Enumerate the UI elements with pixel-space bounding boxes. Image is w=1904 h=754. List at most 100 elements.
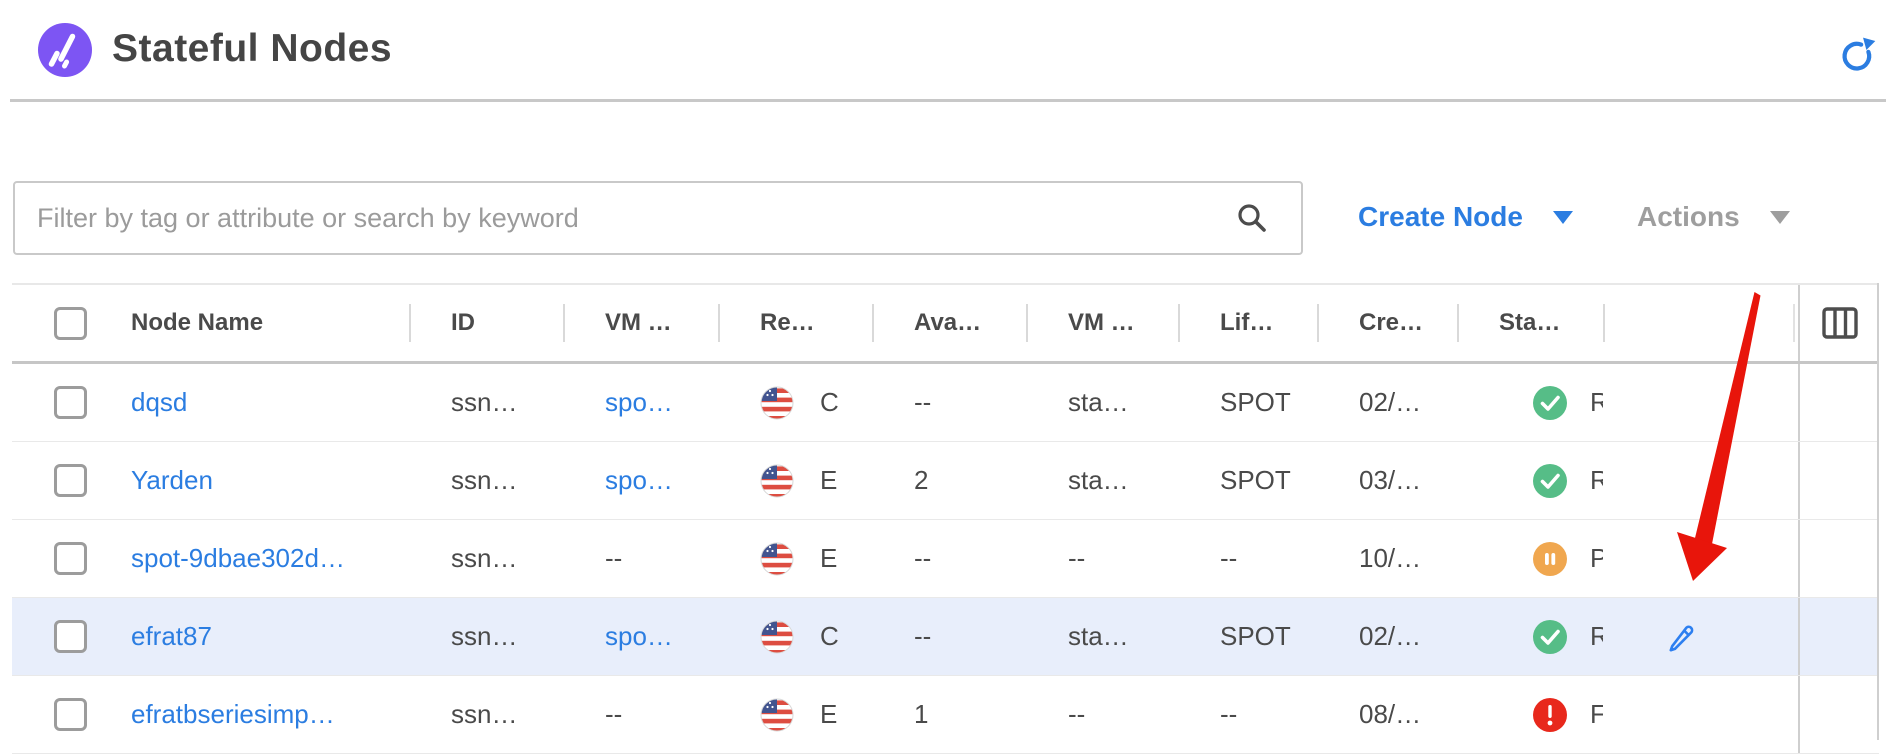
- created-date: 08/…: [1359, 699, 1421, 730]
- page-header: Stateful Nodes: [0, 0, 1904, 100]
- node-id: ssn…: [451, 621, 517, 652]
- vm-size: sta…: [1068, 621, 1129, 652]
- node-name-link[interactable]: efrat87: [131, 621, 212, 652]
- stateful-nodes-table: Node NameIDVM …Re…Ava…VM …Lif…Cre…Sta… d…: [12, 283, 1879, 754]
- header-cell-ava[interactable]: Ava…: [872, 285, 1026, 361]
- header-label: Ava…: [914, 309, 981, 337]
- status-failed-icon: [1533, 698, 1567, 732]
- created-date: 03/…: [1359, 465, 1421, 496]
- header-label: Re…: [760, 309, 815, 337]
- status-badge: [1533, 464, 1567, 498]
- header-cell-lif[interactable]: Lif…: [1178, 285, 1317, 361]
- status-running-icon: [1533, 464, 1567, 498]
- actions-label: Actions: [1637, 201, 1740, 233]
- refresh-button[interactable]: [1838, 36, 1878, 76]
- table-row[interactable]: efratbseriesimp…ssn…-- E1----08/…Fa: [12, 676, 1879, 754]
- us-flag-icon: [760, 542, 794, 576]
- status-badge: [1533, 698, 1567, 732]
- availability-zone: 1: [914, 699, 928, 730]
- status-label: R: [1590, 621, 1603, 652]
- search-icon[interactable]: [1236, 202, 1268, 234]
- node-name-link[interactable]: dqsd: [131, 387, 187, 418]
- table-row[interactable]: Yardenssn…spo… E2sta…SPOT03/…R: [12, 442, 1879, 520]
- row-checkbox[interactable]: [54, 620, 87, 653]
- column-picker-icon: [1822, 307, 1858, 339]
- us-flag-icon: [760, 620, 794, 654]
- row-checkbox[interactable]: [54, 464, 87, 497]
- header-cell-name[interactable]: Node Name: [12, 285, 409, 361]
- row-checkbox[interactable]: [54, 698, 87, 731]
- us-flag-icon: [760, 464, 794, 498]
- vm-value: --: [605, 699, 622, 730]
- select-all-checkbox[interactable]: [54, 307, 87, 340]
- created-date: 10/…: [1359, 543, 1421, 574]
- node-name-link[interactable]: efratbseriesimp…: [131, 699, 335, 730]
- vm-link[interactable]: spo…: [605, 621, 673, 652]
- vm-size: --: [1068, 543, 1085, 574]
- row-checkbox[interactable]: [54, 386, 87, 419]
- header-cell-actions: [1603, 285, 1798, 361]
- us-flag-icon: [760, 386, 794, 420]
- status-label: Fa: [1590, 699, 1603, 730]
- availability-zone: --: [914, 621, 931, 652]
- status-badge: [1533, 542, 1567, 576]
- region-name: E: [820, 465, 837, 496]
- node-name-link[interactable]: Yarden: [131, 465, 213, 496]
- header-cell-status[interactable]: Sta…: [1457, 285, 1603, 361]
- header-label: Sta…: [1499, 309, 1560, 337]
- table-right-border: [1877, 283, 1879, 740]
- lifecycle: SPOT: [1220, 465, 1291, 496]
- status-label: P: [1590, 543, 1603, 574]
- availability-zone: --: [914, 387, 931, 418]
- page-title: Stateful Nodes: [112, 22, 392, 76]
- status-badge: [1533, 386, 1567, 420]
- actions-button[interactable]: Actions: [1637, 190, 1790, 244]
- header-cell-cre[interactable]: Cre…: [1317, 285, 1457, 361]
- header-label: ID: [451, 309, 475, 337]
- node-id: ssn…: [451, 699, 517, 730]
- spot-logo-icon: [38, 23, 92, 77]
- status-paused-icon: [1533, 542, 1567, 576]
- vm-value: --: [605, 543, 622, 574]
- vm-link[interactable]: spo…: [605, 387, 673, 418]
- header-cell-vm2[interactable]: VM …: [1026, 285, 1178, 361]
- header-divider: [10, 99, 1886, 102]
- table-row[interactable]: spot-9dbae302d…ssn…-- E------10/…P: [12, 520, 1879, 598]
- create-node-label: Create Node: [1358, 201, 1523, 233]
- availability-zone: --: [914, 543, 931, 574]
- region-name: E: [820, 543, 837, 574]
- table-row[interactable]: dqsdssn…spo… C--sta…SPOT02/…R: [12, 364, 1879, 442]
- table-header-row: Node NameIDVM …Re…Ava…VM …Lif…Cre…Sta…: [12, 285, 1879, 364]
- column-picker-button[interactable]: [1798, 285, 1879, 361]
- table-body: dqsd ssn… spo… C -- sta… SPOT 02/… R Yarden ssn… s…: [12, 364, 1879, 754]
- status-running-icon: [1533, 620, 1567, 654]
- table-row[interactable]: efrat87 ssn… spo… C -- sta… SPOT 02/… R: [12, 598, 1879, 676]
- created-date: 02/…: [1359, 621, 1421, 652]
- vm-size: --: [1068, 699, 1085, 730]
- create-node-button[interactable]: Create Node: [1358, 190, 1573, 244]
- created-date: 02/…: [1359, 387, 1421, 418]
- header-cell-region[interactable]: Re…: [718, 285, 872, 361]
- vm-size: sta…: [1068, 387, 1129, 418]
- region-name: C: [820, 621, 839, 652]
- edit-node-button[interactable]: [1665, 621, 1697, 653]
- chevron-down-icon: [1553, 211, 1573, 224]
- lifecycle: SPOT: [1220, 621, 1291, 652]
- node-id: ssn…: [451, 387, 517, 418]
- header-cell-vm[interactable]: VM …: [563, 285, 718, 361]
- vm-link[interactable]: spo…: [605, 465, 673, 496]
- status-label: R: [1590, 465, 1603, 496]
- status-running-icon: [1533, 386, 1567, 420]
- vm-size: sta…: [1068, 465, 1129, 496]
- lifecycle: --: [1220, 699, 1237, 730]
- node-id: ssn…: [451, 465, 517, 496]
- chevron-down-icon: [1770, 211, 1790, 224]
- refresh-icon: [1839, 62, 1877, 77]
- header-cell-id[interactable]: ID: [409, 285, 563, 361]
- header-label: Node Name: [131, 309, 263, 337]
- edit-pencil-icon: [1665, 621, 1697, 653]
- filter-input[interactable]: [13, 181, 1303, 255]
- row-checkbox[interactable]: [54, 542, 87, 575]
- node-name-link[interactable]: spot-9dbae302d…: [131, 543, 345, 574]
- lifecycle: SPOT: [1220, 387, 1291, 418]
